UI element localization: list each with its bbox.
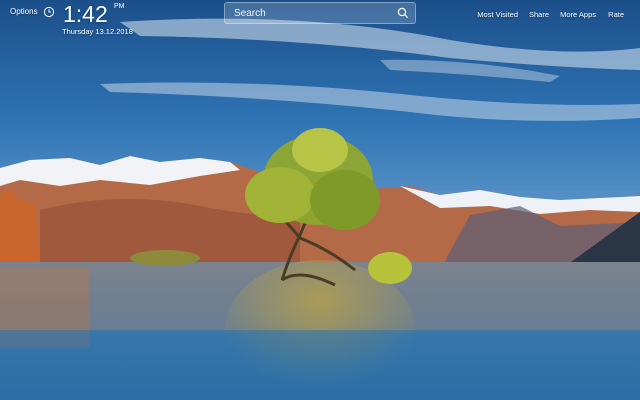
nav-more-apps[interactable]: More Apps (560, 10, 596, 19)
search-box (224, 2, 416, 24)
date-display: Thursday 13.12.2018 (62, 27, 133, 36)
nav-rate[interactable]: Rate (608, 10, 624, 19)
options-link[interactable]: Options (10, 7, 38, 16)
clock-icon[interactable] (43, 5, 55, 18)
top-bar: Options 1:42 PM Thursday 13.12.2018 Most… (0, 0, 640, 40)
search-button[interactable] (393, 4, 413, 22)
search-icon (397, 7, 409, 19)
background-wallpaper (0, 0, 640, 400)
clock-meridiem: PM (114, 3, 125, 10)
lake (0, 260, 640, 400)
clock-time: 1:42 (63, 1, 108, 27)
search-input[interactable] (225, 3, 390, 23)
nav-share[interactable]: Share (529, 10, 549, 19)
nav-most-visited[interactable]: Most Visited (477, 10, 518, 19)
